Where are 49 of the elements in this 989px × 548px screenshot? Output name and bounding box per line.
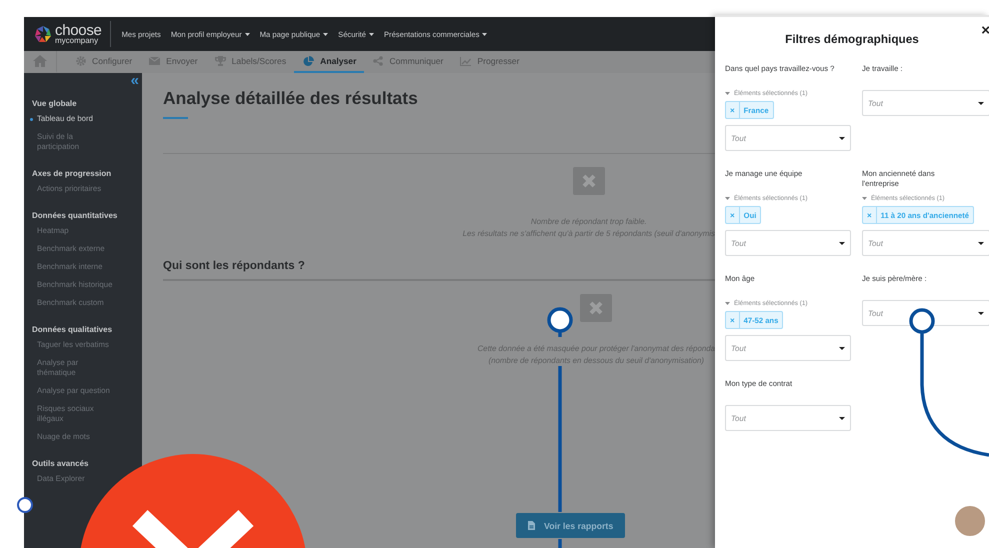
page-title: Analyse détaillée des résultats [163, 87, 419, 109]
section-title: Qui sont les répondants ? [163, 260, 306, 272]
nav-tab[interactable]: Progresser [451, 51, 528, 73]
share-icon [373, 56, 384, 66]
nav-tab[interactable]: Configurer [67, 51, 140, 73]
caret-icon [978, 312, 984, 314]
caret-icon [482, 32, 488, 36]
remove-button[interactable]: × [726, 102, 740, 118]
unavailable-icon [572, 167, 605, 195]
trophy-icon [214, 56, 226, 66]
caret-icon [978, 102, 984, 104]
caret-icon [839, 346, 845, 350]
logo-icon [34, 25, 52, 43]
nav-tab[interactable]: Envoyer [140, 51, 206, 73]
caret-icon [725, 197, 730, 200]
caret-icon [323, 32, 328, 36]
caret-icon [862, 197, 867, 200]
logo[interactable]: choose mycompany [55, 23, 102, 45]
caret-icon [244, 32, 250, 36]
section-heading: Outils avancés [31, 459, 90, 469]
avatar[interactable] [953, 504, 987, 538]
gear-icon [76, 56, 86, 66]
remove-button[interactable]: × [726, 207, 740, 223]
caret-icon [725, 302, 730, 305]
nav-tab[interactable]: Communiquer [364, 51, 452, 73]
caret-icon [839, 242, 845, 244]
panel-title: Filtres démographiques [784, 32, 920, 46]
remove-button[interactable]: × [863, 207, 877, 223]
section-heading: Axes de progression [31, 169, 112, 179]
pie-chart-icon [303, 56, 314, 66]
collapse-button[interactable]: « [130, 75, 139, 86]
caret-icon [978, 242, 984, 244]
nav-tab[interactable]: Labels/Scores [206, 51, 294, 73]
section-heading: Données qualitatives [31, 325, 114, 335]
close-button[interactable]: × [981, 24, 989, 38]
caret-icon [839, 416, 845, 420]
connector-node-icon [17, 497, 33, 513]
remove-button[interactable]: × [726, 312, 740, 328]
section-heading: Données quantitatives [31, 211, 118, 221]
section-heading: Vue globale [31, 99, 78, 109]
caret-icon [725, 92, 730, 95]
envelope-icon [149, 57, 160, 65]
unavailable-icon [580, 294, 612, 322]
caret-icon [839, 136, 845, 140]
caret-icon [368, 32, 374, 36]
document-icon [528, 521, 535, 530]
reports-button[interactable]: Voir les rapports [516, 513, 626, 538]
home-icon [33, 55, 47, 67]
line-chart-icon [460, 56, 472, 66]
